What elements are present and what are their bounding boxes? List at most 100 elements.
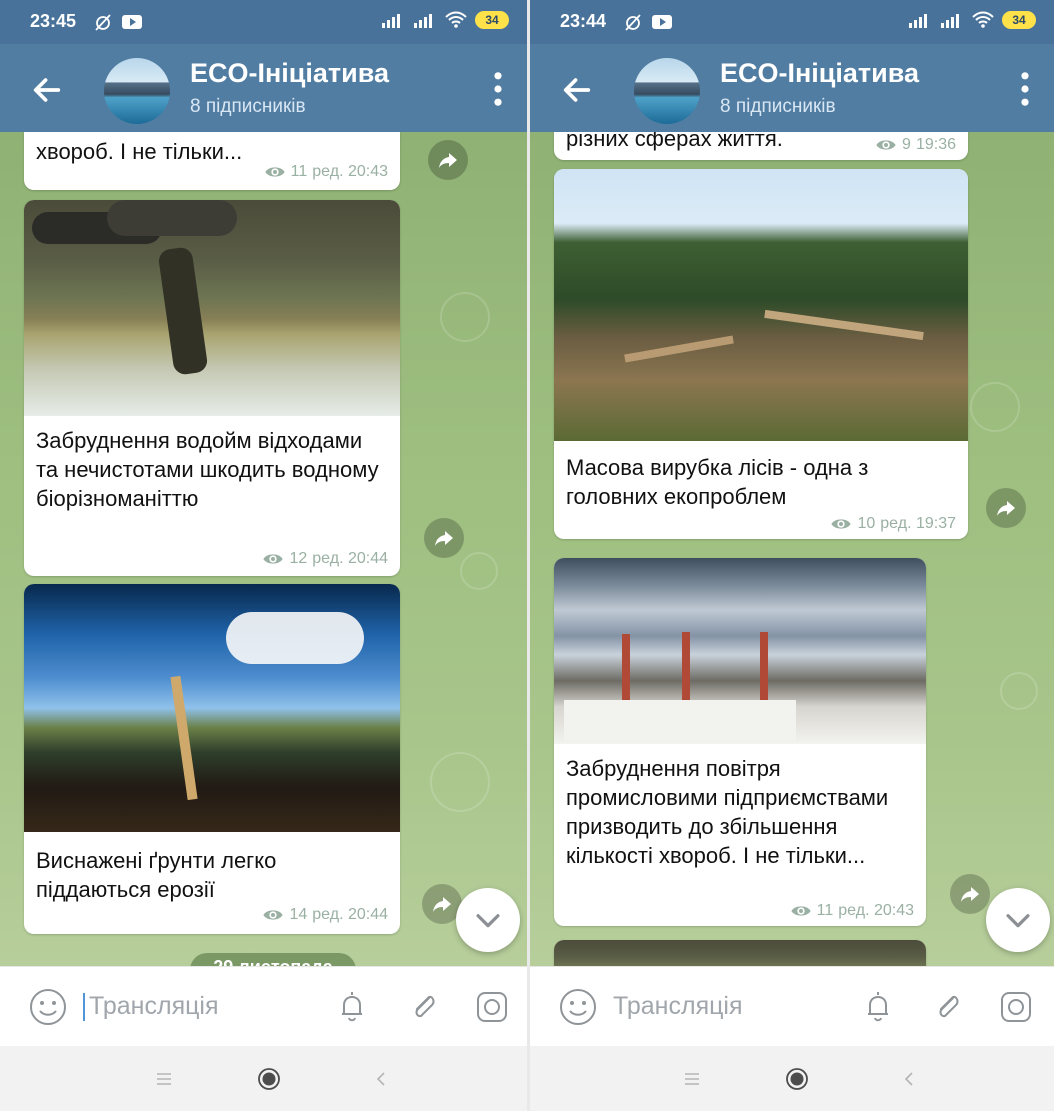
chevron-left-icon[interactable]: [369, 1067, 393, 1091]
more-vertical-icon[interactable]: [493, 71, 503, 107]
youtube-icon: [652, 15, 672, 29]
post-meta: 11 ред. 20:43: [264, 163, 388, 181]
status-system-icons: 34: [381, 11, 509, 29]
channel-avatar[interactable]: [104, 58, 170, 124]
chevron-down-icon: [1001, 903, 1035, 937]
share-forward-icon: [994, 496, 1018, 520]
share-forward-icon: [430, 892, 454, 916]
post-time: ред. 19:37: [880, 515, 956, 532]
home-circle-icon[interactable]: [785, 1067, 809, 1091]
emoji-icon[interactable]: [558, 987, 598, 1027]
post-time: ред. 20:44: [312, 906, 388, 923]
post-meta: 14 ред. 20:44: [262, 906, 388, 924]
home-circle-icon[interactable]: [257, 1067, 281, 1091]
signal-icon: [382, 14, 400, 28]
date-separator: 29 листопада: [190, 953, 356, 966]
signal-icon: [941, 14, 959, 28]
wifi-icon: [445, 11, 467, 28]
status-time: 23:45: [30, 11, 77, 31]
post-bubble[interactable]: Виснажені ґрунти легко піддаються ерозії…: [24, 584, 400, 934]
broadcast-input[interactable]: Трансляція: [613, 989, 743, 1023]
post-image-partial[interactable]: [554, 940, 926, 966]
bell-icon[interactable]: [332, 987, 372, 1027]
status-notification-icons: [93, 12, 143, 32]
wifi-icon: [972, 11, 994, 28]
silent-alarm-icon: [95, 14, 111, 31]
post-bubble[interactable]: Забруднення водойм відходами та нечистот…: [24, 200, 400, 576]
post-time: ред. 20:43: [838, 902, 914, 919]
paperclip-icon[interactable]: [928, 987, 968, 1027]
chevron-down-icon: [471, 903, 505, 937]
channel-subscribers: 8 підписників: [190, 96, 306, 117]
input-placeholder: Трансляція: [613, 992, 743, 1020]
channel-header[interactable]: ECO-Ініціатива 8 підписників: [530, 44, 1054, 132]
wallpaper-doodle: [440, 292, 490, 342]
channel-header[interactable]: ECO-Ініціатива 8 підписників: [0, 44, 527, 132]
share-forward-icon: [436, 148, 460, 172]
battery-icon: 34: [1002, 11, 1036, 29]
water-flow-shape: [157, 246, 209, 376]
paperclip-icon[interactable]: [404, 987, 444, 1027]
camera-icon[interactable]: [996, 987, 1036, 1027]
channel-subscribers: 8 підписників: [720, 96, 836, 117]
chat-area[interactable]: різних сферах життя. 9 19:36 Масова виру…: [530, 132, 1054, 966]
scroll-down-button[interactable]: [456, 888, 520, 952]
eye-icon: [790, 904, 812, 918]
post-bubble[interactable]: хвороб. І не тільки... 11 ред. 20:43: [24, 132, 400, 190]
post-image-soil-erosion[interactable]: [24, 584, 400, 832]
post-meta: 10 ред. 19:37: [830, 515, 956, 533]
post-bubble[interactable]: різних сферах життя. 9 19:36: [554, 132, 968, 160]
channel-title[interactable]: ECO-Ініціатива: [190, 58, 389, 89]
post-time: ред. 20:44: [312, 550, 388, 567]
arrow-left-icon[interactable]: [560, 73, 594, 107]
silent-alarm-icon: [625, 14, 641, 31]
signal-icon: [414, 14, 432, 28]
menu-lines-icon[interactable]: [152, 1067, 176, 1091]
share-button[interactable]: [424, 518, 464, 558]
camera-icon[interactable]: [472, 987, 512, 1027]
channel-avatar[interactable]: [634, 58, 700, 124]
post-time: 19:36: [915, 136, 956, 153]
factory-building-shape: [564, 700, 796, 740]
left-phone-screen: 23:45 34 ECO-Ініціатива 8 підписників хв…: [0, 0, 527, 1111]
scroll-down-button[interactable]: [986, 888, 1050, 952]
pipe-shape: [107, 200, 237, 236]
status-system-icons: 34: [908, 11, 1036, 29]
palm-trunk-shape: [170, 675, 198, 801]
share-button[interactable]: [986, 488, 1026, 528]
post-views: 10: [857, 515, 876, 532]
post-image-air-pollution[interactable]: [554, 558, 926, 744]
share-button[interactable]: [428, 140, 468, 180]
post-views: 11: [290, 163, 308, 180]
wallpaper-doodle: [430, 752, 490, 812]
share-button[interactable]: [950, 874, 990, 914]
more-vertical-icon[interactable]: [1020, 71, 1030, 107]
post-bubble[interactable]: Забруднення повітря промисловими підприє…: [554, 558, 926, 926]
share-forward-icon: [432, 526, 456, 550]
post-image-water-pollution[interactable]: [24, 200, 400, 416]
broadcast-input[interactable]: Трансляція: [83, 989, 219, 1023]
chat-area[interactable]: хвороб. І не тільки... 11 ред. 20:43 Заб…: [0, 132, 527, 966]
wallpaper-doodle: [1000, 672, 1038, 710]
text-cursor: [83, 993, 85, 1022]
post-image-deforestation[interactable]: [554, 169, 968, 441]
cloud-shape: [226, 612, 364, 664]
chevron-left-icon[interactable]: [897, 1067, 921, 1091]
channel-title[interactable]: ECO-Ініціатива: [720, 58, 919, 89]
wallpaper-doodle: [970, 382, 1020, 432]
post-caption: Забруднення водойм відходами та нечистот…: [36, 428, 379, 511]
post-bubble-partial[interactable]: [554, 940, 926, 966]
arrow-left-icon[interactable]: [30, 73, 64, 107]
signal-icon: [909, 14, 927, 28]
eye-icon: [262, 552, 284, 566]
emoji-icon[interactable]: [28, 987, 68, 1027]
youtube-icon: [122, 15, 142, 29]
system-navigation-bar: [530, 1046, 1054, 1111]
eye-icon: [875, 138, 897, 152]
eye-icon: [830, 517, 852, 531]
menu-lines-icon[interactable]: [680, 1067, 704, 1091]
bell-icon[interactable]: [858, 987, 898, 1027]
post-caption: Виснажені ґрунти легко піддаються ерозії: [36, 848, 277, 902]
post-bubble[interactable]: Масова вирубка лісів - одна з головних е…: [554, 169, 968, 539]
post-views: 14: [289, 906, 308, 923]
